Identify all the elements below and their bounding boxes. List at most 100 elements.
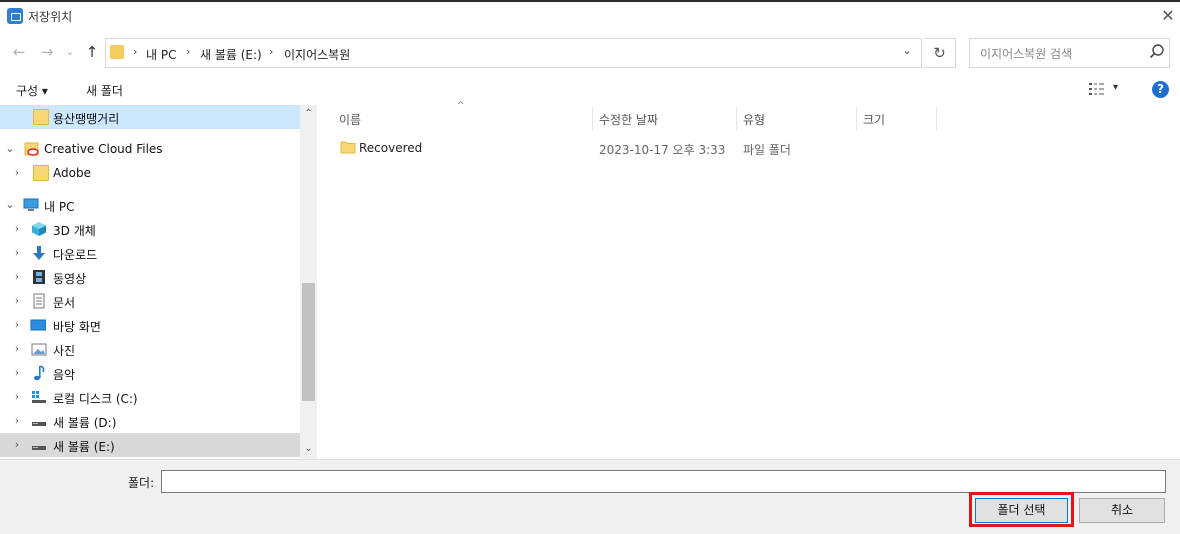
- chevron-right-icon[interactable]: ›: [11, 390, 23, 403]
- tree-item-label: Creative Cloud Files: [44, 142, 163, 156]
- folder-icon: [110, 45, 124, 59]
- breadcrumb-item[interactable]: 이지어스복원: [284, 46, 350, 63]
- recent-locations-button[interactable]: ⌄: [60, 42, 80, 62]
- column-header-size[interactable]: 크기: [863, 111, 885, 135]
- pc-icon: [23, 198, 39, 211]
- navigation-tree: 용산땡땡거리 ⌄ Creative Cloud Files › Adobe ⌄ …: [0, 105, 300, 459]
- search-placeholder: 이지어스복원 검색: [980, 47, 1073, 61]
- tree-item-label: 3D 개체: [53, 224, 96, 238]
- drive-icon: [32, 446, 46, 450]
- breadcrumb-separator: ›: [269, 45, 274, 58]
- drive-icon: [32, 422, 46, 426]
- tree-item-yongsan[interactable]: 용산땡땡거리: [0, 105, 300, 129]
- new-folder-button[interactable]: 새 폴더: [86, 82, 123, 99]
- tree-item-label: 새 볼륨 (E:): [53, 440, 115, 454]
- forward-button[interactable]: →: [37, 42, 57, 62]
- desktop-icon: [30, 319, 46, 331]
- tree-item-label: 다운로드: [53, 248, 98, 262]
- column-divider[interactable]: [736, 106, 737, 130]
- tree-item-label: 바탕 화면: [53, 320, 101, 334]
- column-header-modified[interactable]: 수정한 날짜: [599, 111, 658, 135]
- folder-icon: [340, 141, 356, 154]
- column-divider[interactable]: [936, 106, 937, 130]
- chevron-right-icon[interactable]: ›: [11, 246, 23, 259]
- tree-item-my-pc[interactable]: ⌄ 내 PC: [0, 193, 300, 217]
- breadcrumb-item[interactable]: 새 볼륨 (E:): [200, 46, 262, 63]
- chevron-right-icon[interactable]: ›: [11, 166, 23, 179]
- tree-item-volume-d[interactable]: › 새 볼륨 (D:): [0, 409, 300, 433]
- chevron-right-icon[interactable]: ›: [11, 342, 23, 355]
- help-icon[interactable]: ?: [1152, 81, 1169, 98]
- chevron-right-icon[interactable]: ›: [11, 294, 23, 307]
- tree-item-label: 용산땡땡거리: [53, 112, 120, 126]
- file-modified: 2023-10-17 오후 3:33: [599, 143, 726, 157]
- scroll-up-icon[interactable]: ⌃: [300, 108, 317, 122]
- select-folder-button[interactable]: 폴더 선택: [975, 498, 1068, 523]
- column-header-name[interactable]: 이름: [339, 111, 361, 135]
- chevron-right-icon[interactable]: ›: [11, 270, 23, 283]
- creative-cloud-icon: [24, 142, 39, 156]
- chevron-right-icon[interactable]: ›: [11, 222, 23, 235]
- view-dropdown-icon[interactable]: ▾: [1113, 82, 1118, 93]
- tree-item-label: 새 볼륨 (D:): [53, 416, 117, 430]
- refresh-button[interactable]: ↻: [924, 38, 956, 68]
- tree-scrollbar[interactable]: [300, 105, 317, 459]
- cancel-button[interactable]: 취소: [1079, 498, 1165, 523]
- cube-icon: [32, 222, 46, 236]
- tree-item-videos[interactable]: › 동영상: [0, 265, 300, 289]
- chevron-down-icon[interactable]: ⌄: [4, 142, 16, 155]
- column-divider[interactable]: [856, 106, 857, 130]
- tree-item-desktop[interactable]: › 바탕 화면: [0, 313, 300, 337]
- view-options-icon[interactable]: [1088, 82, 1106, 96]
- tree-item-label: 문서: [53, 296, 76, 310]
- tree-item-label: 음악: [53, 368, 76, 382]
- window-title: 저장위치: [28, 10, 73, 24]
- chevron-down-icon[interactable]: ⌄: [4, 198, 16, 211]
- chevron-right-icon[interactable]: ›: [11, 318, 23, 331]
- tree-item-3d-objects[interactable]: › 3D 개체: [0, 217, 300, 241]
- chevron-right-icon[interactable]: ›: [11, 414, 23, 427]
- tree-item-music[interactable]: › 음악: [0, 361, 300, 385]
- video-icon: [33, 270, 45, 284]
- sort-indicator: ^: [457, 101, 465, 111]
- tree-item-downloads[interactable]: › 다운로드: [0, 241, 300, 265]
- music-icon: [34, 365, 45, 381]
- tree-item-label: 로컬 디스크 (C:): [53, 392, 138, 406]
- chevron-down-icon[interactable]: ⌄: [899, 44, 915, 60]
- picture-icon: [31, 343, 47, 356]
- chevron-right-icon[interactable]: ›: [11, 438, 23, 451]
- breadcrumb-separator: ›: [133, 45, 138, 58]
- column-header-type[interactable]: 유형: [743, 111, 765, 135]
- title-bar: [0, 2, 1180, 34]
- close-icon[interactable]: ✕: [1158, 6, 1178, 26]
- document-icon: [33, 293, 45, 309]
- tree-item-local-disk-c[interactable]: › 로컬 디스크 (C:): [0, 385, 300, 409]
- scroll-down-icon[interactable]: ⌄: [300, 443, 317, 457]
- tree-item-label: 내 PC: [44, 200, 75, 214]
- folder-icon: [33, 165, 49, 181]
- search-icon[interactable]: [1148, 43, 1166, 61]
- file-name[interactable]: Recovered: [359, 141, 422, 155]
- folder-icon: [33, 109, 49, 125]
- tree-item-creative-cloud[interactable]: ⌄ Creative Cloud Files: [0, 137, 300, 161]
- folder-field[interactable]: [161, 470, 1166, 493]
- up-button[interactable]: ↑: [82, 42, 102, 62]
- organize-button[interactable]: 구성 ▾: [16, 82, 48, 99]
- tree-item-documents[interactable]: › 문서: [0, 289, 300, 313]
- app-icon: [7, 8, 23, 24]
- tree-item-label: 사진: [53, 344, 76, 358]
- tree-item-adobe[interactable]: › Adobe: [0, 161, 300, 185]
- tree-item-label: Adobe: [53, 166, 91, 180]
- column-divider[interactable]: [592, 106, 593, 130]
- tree-item-pictures[interactable]: › 사진: [0, 337, 300, 361]
- folder-label: 폴더:: [128, 476, 155, 490]
- chevron-right-icon[interactable]: ›: [11, 366, 23, 379]
- back-button[interactable]: ←: [9, 42, 29, 62]
- tree-item-label: 동영상: [53, 272, 87, 286]
- download-icon: [33, 246, 45, 260]
- scrollbar-thumb[interactable]: [302, 283, 315, 401]
- tree-item-volume-e[interactable]: › 새 볼륨 (E:): [0, 433, 300, 457]
- breadcrumb-separator: ›: [186, 45, 191, 58]
- file-type: 파일 폴더: [743, 143, 791, 157]
- breadcrumb-item[interactable]: 내 PC: [146, 46, 176, 63]
